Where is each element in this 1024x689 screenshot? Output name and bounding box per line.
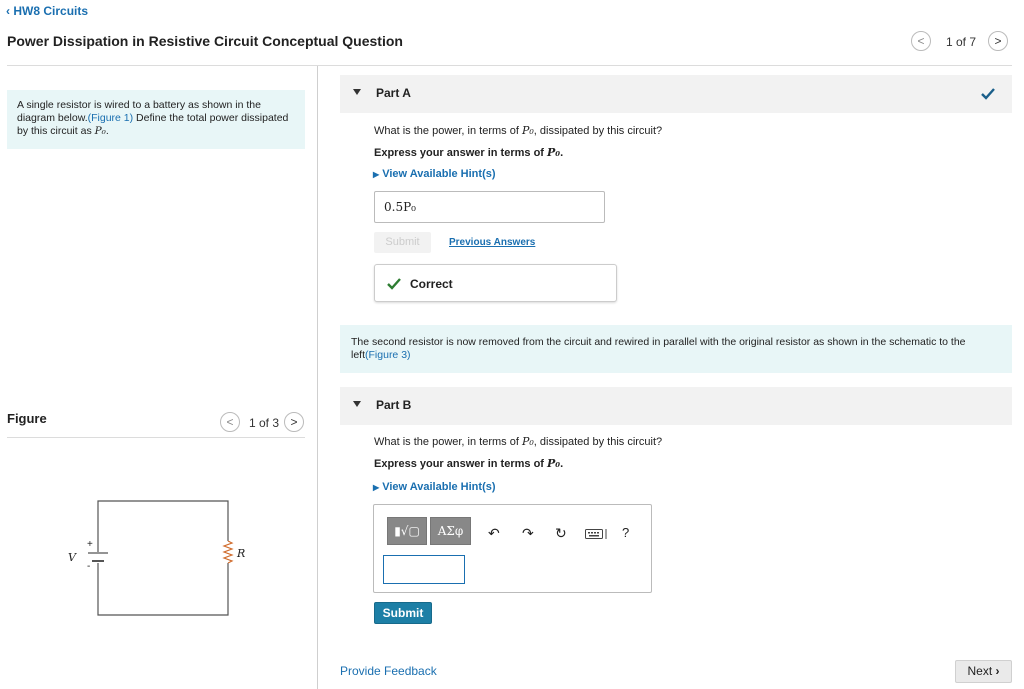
part-a-label: Part A: [376, 86, 411, 100]
part-b-label: Part B: [376, 398, 412, 412]
prev-item-button[interactable]: <: [911, 31, 931, 51]
reset-icon[interactable]: ↻: [555, 525, 567, 541]
plus-sign: +: [87, 539, 93, 550]
next-item-button[interactable]: >: [988, 31, 1008, 51]
p0-symbol: P₀: [547, 457, 561, 470]
math-editor: ▮√▢ ΑΣφ ↶ ↷ ↻ ?: [373, 504, 652, 593]
intro-text-3: .: [105, 125, 109, 137]
correct-label: Correct: [410, 277, 453, 291]
part-b-submit-button[interactable]: Submit: [374, 602, 432, 624]
instruction-text: Express your answer in terms of: [374, 147, 548, 159]
caret-right-icon: ▶: [373, 170, 380, 179]
templates-button[interactable]: ▮√▢: [387, 517, 427, 545]
chevron-left-icon: ‹: [6, 4, 10, 18]
battery-label: V: [68, 551, 77, 564]
undo-icon[interactable]: ↶: [488, 525, 500, 541]
figure-label: Figure: [7, 411, 47, 426]
p0-symbol: P₀: [547, 146, 561, 159]
chevron-left-icon: <: [226, 415, 234, 429]
chevron-right-icon: >: [994, 34, 1002, 48]
item-pager: 1 of 7: [946, 35, 977, 49]
next-figure-button[interactable]: >: [284, 412, 304, 432]
checkmark-icon: [981, 88, 995, 100]
intro-box: A single resistor is wired to a battery …: [7, 90, 305, 149]
bottom-wire: [97, 563, 229, 616]
resistor: [222, 540, 234, 564]
part-b-question: What is the power, in terms of P₀, dissi…: [374, 435, 662, 448]
greek-symbols-button[interactable]: ΑΣφ: [430, 517, 471, 545]
question-text: What is the power, in terms of: [374, 125, 522, 137]
provide-feedback-link[interactable]: Provide Feedback: [340, 664, 437, 678]
part-b-instruction: Express your answer in terms of P₀.: [374, 457, 563, 470]
info-text: The second resistor is now removed from …: [351, 336, 966, 361]
back-link[interactable]: ‹ HW8 Circuits: [6, 4, 88, 18]
previous-answers-link[interactable]: Previous Answers: [449, 237, 535, 248]
prev-figure-button[interactable]: <: [220, 412, 240, 432]
help-icon[interactable]: ?: [622, 525, 629, 541]
figure-1-link[interactable]: (Figure 1): [88, 112, 134, 124]
part-b-hints-toggle[interactable]: ▶ View Available Hint(s): [373, 481, 496, 493]
figure-3-link[interactable]: (Figure 3): [365, 349, 411, 361]
circuit-diagram: + - V R: [68, 500, 245, 616]
part-a-hints-toggle[interactable]: ▶ View Available Hint(s): [373, 168, 496, 180]
question-text-end: , dissipated by this circuit?: [533, 125, 663, 137]
question-text: What is the power, in terms of: [374, 436, 522, 448]
question-text-end: , dissipated by this circuit?: [533, 436, 663, 448]
caret-down-icon: [353, 89, 361, 95]
top-wire: [97, 500, 229, 552]
part-b-answer-input[interactable]: [383, 555, 465, 584]
panel-divider: [317, 66, 318, 689]
next-label: Next: [967, 664, 993, 678]
check-icon: [387, 278, 401, 290]
p0-symbol: P₀: [94, 125, 106, 137]
instruction-text-end: .: [560, 458, 564, 470]
figure-divider: [7, 437, 305, 438]
caret-down-icon: [353, 401, 361, 407]
redo-icon[interactable]: ↷: [522, 525, 534, 541]
part-a-question: What is the power, in terms of P₀, dissi…: [374, 124, 662, 137]
hint-label: View Available Hint(s): [382, 481, 496, 493]
minus-sign: -: [87, 561, 90, 572]
part-a-answer-field[interactable]: 0.5P₀: [374, 191, 605, 223]
next-button[interactable]: Next ›: [955, 660, 1012, 683]
instruction-text-end: .: [560, 147, 564, 159]
instruction-text: Express your answer in terms of: [374, 458, 548, 470]
chevron-right-icon: ›: [995, 664, 1000, 678]
info-box: The second resistor is now removed from …: [340, 325, 1012, 373]
p0-symbol: P₀: [521, 435, 534, 448]
back-link-label: HW8 Circuits: [13, 4, 89, 18]
correct-feedback: Correct: [374, 264, 617, 302]
part-a-submit-button[interactable]: Submit: [374, 232, 431, 253]
resistor-label: R: [236, 547, 245, 560]
keyboard-icon[interactable]: [585, 528, 609, 540]
part-a-instruction: Express your answer in terms of P₀.: [374, 146, 563, 159]
caret-right-icon: ▶: [373, 483, 380, 492]
part-a-header[interactable]: Part A: [340, 75, 1012, 113]
header-divider: [7, 65, 1012, 66]
part-b-header[interactable]: Part B: [340, 387, 1012, 425]
p0-symbol: P₀: [521, 124, 534, 137]
hint-label: View Available Hint(s): [382, 168, 496, 180]
chevron-left-icon: <: [917, 34, 925, 48]
chevron-right-icon: >: [290, 415, 298, 429]
figure-pager: 1 of 3: [249, 416, 280, 430]
page-title: Power Dissipation in Resistive Circuit C…: [7, 33, 403, 49]
